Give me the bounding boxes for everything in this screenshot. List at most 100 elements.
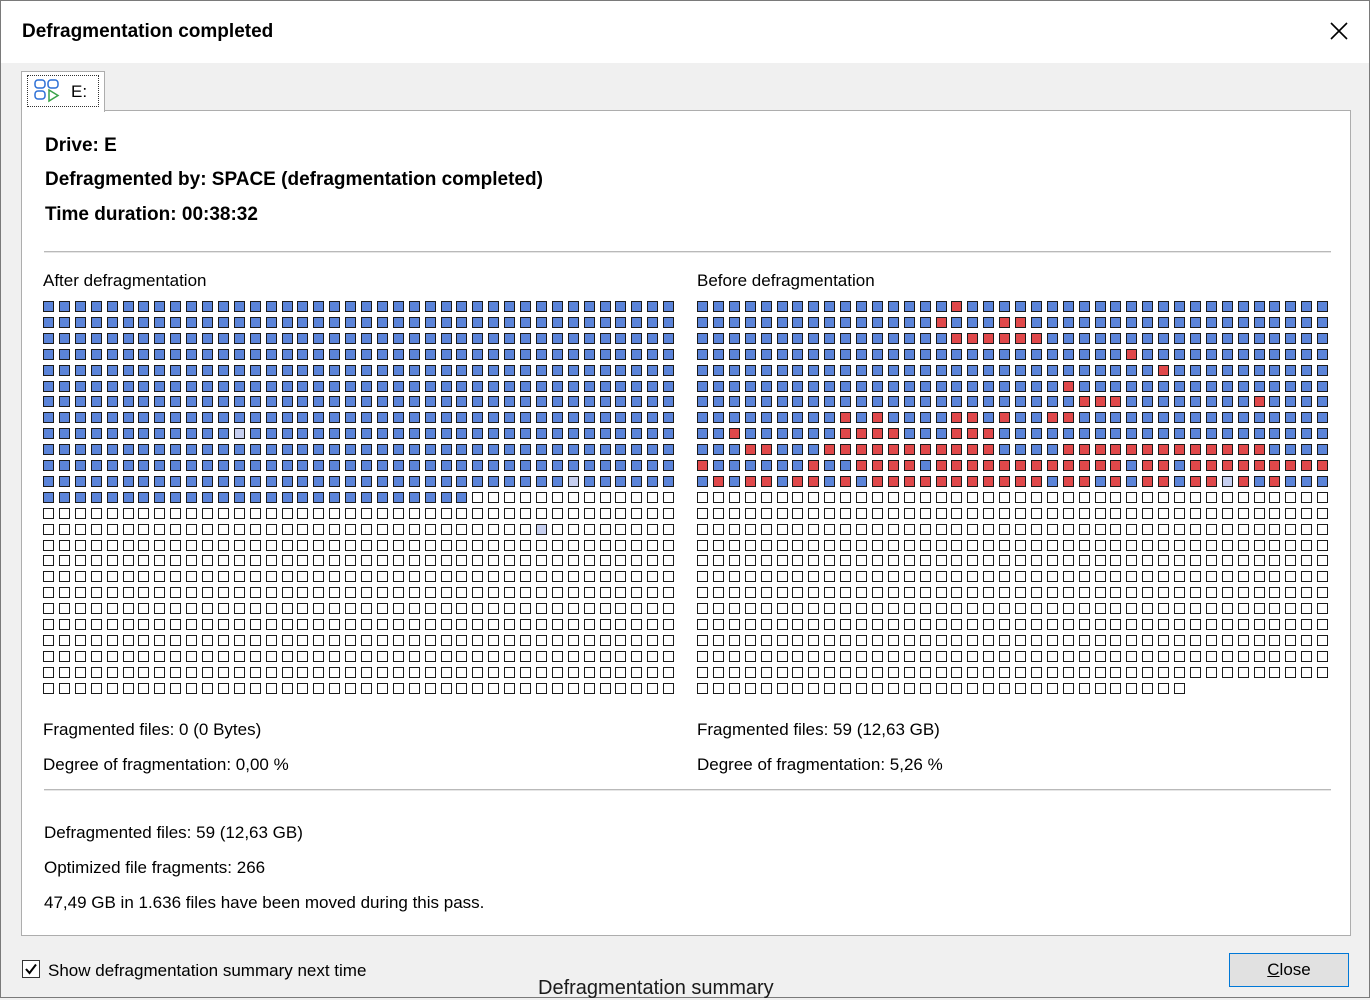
cluster-block (840, 555, 852, 567)
cluster-block (456, 491, 468, 503)
cluster-block (712, 507, 724, 519)
checkbox-box[interactable] (22, 960, 40, 978)
cluster-block (887, 380, 899, 392)
cluster-block (249, 571, 261, 583)
cluster-block (903, 316, 915, 328)
cluster-block (919, 507, 931, 519)
cluster-block (138, 682, 150, 694)
cluster-block (488, 555, 500, 567)
cluster-block (871, 460, 883, 471)
cluster-block (1189, 364, 1201, 376)
cluster-block (329, 587, 341, 599)
cluster-block (376, 619, 388, 630)
cluster-block (106, 523, 118, 535)
cluster-block (456, 666, 468, 678)
cluster-block (456, 475, 468, 487)
cluster-block (615, 619, 627, 630)
cluster-block (887, 587, 899, 599)
cluster-block (74, 603, 86, 615)
cluster-block (43, 555, 54, 567)
cluster-block (520, 507, 531, 519)
cluster-block (233, 555, 245, 567)
cluster-block (376, 380, 388, 392)
cluster-block (744, 428, 756, 440)
cluster-block (744, 587, 756, 599)
cluster-block (74, 650, 86, 662)
cluster-block (1269, 634, 1281, 646)
cluster-block (329, 571, 341, 583)
cluster-block (440, 539, 452, 551)
cluster-block (712, 491, 724, 503)
cluster-block (1158, 650, 1170, 662)
cluster-block (615, 332, 627, 344)
cluster-block (520, 475, 531, 487)
cluster-block (361, 475, 372, 487)
cluster-block (1046, 396, 1058, 408)
cluster-block (329, 332, 341, 344)
cluster-block (728, 348, 740, 360)
cluster-block (345, 587, 357, 599)
cluster-block (999, 444, 1011, 456)
cluster-block (840, 587, 852, 599)
cluster-block (106, 444, 118, 456)
cluster-block (249, 619, 261, 630)
cluster-block (1221, 316, 1233, 328)
close-button[interactable]: Close (1229, 953, 1349, 987)
cluster-block (488, 412, 500, 424)
cluster-block (871, 475, 883, 487)
cluster-block (887, 396, 899, 408)
tab-drive-e[interactable]: E: (21, 71, 105, 112)
cluster-block (392, 316, 404, 328)
cluster-block (744, 412, 756, 424)
cluster-block (504, 332, 516, 344)
cluster-block (122, 444, 134, 456)
cluster-block (106, 539, 118, 551)
cluster-block (535, 428, 547, 440)
cluster-block (1237, 587, 1249, 599)
cluster-block (329, 555, 341, 567)
cluster-block (951, 332, 963, 344)
cluster-block (424, 396, 436, 408)
cluster-block (1317, 396, 1329, 408)
cluster-block (1062, 444, 1074, 456)
cluster-block (1301, 380, 1313, 392)
cluster-block (824, 332, 836, 344)
cluster-block (376, 475, 388, 487)
cluster-block (1142, 523, 1154, 535)
cluster-block (919, 348, 931, 360)
cluster-block (217, 412, 229, 424)
cluster-block (138, 619, 150, 630)
cluster-block (1142, 460, 1154, 471)
cluster-block (1189, 650, 1201, 662)
cluster-block (1253, 555, 1265, 567)
cluster-block (967, 491, 979, 503)
cluster-block (74, 523, 86, 535)
cluster-block (1189, 316, 1201, 328)
cluster-block (824, 460, 836, 471)
cluster-block (631, 619, 643, 630)
cluster-block (202, 444, 213, 456)
cluster-block (472, 523, 484, 535)
cluster-block (440, 412, 452, 424)
cluster-block (424, 619, 436, 630)
cluster-block (154, 619, 166, 630)
cluster-block (856, 364, 867, 376)
cluster-block (1269, 587, 1281, 599)
cluster-block (744, 523, 756, 535)
cluster-block (776, 491, 788, 503)
cluster-block (776, 364, 788, 376)
cluster-block (535, 380, 547, 392)
close-window-button[interactable] (1309, 9, 1369, 53)
cluster-block (1078, 444, 1090, 456)
cluster-block (631, 364, 643, 376)
cluster-block (551, 412, 563, 424)
cluster-block (983, 491, 995, 503)
cluster-block (951, 571, 963, 583)
cluster-block (249, 412, 261, 424)
cluster-block (1221, 348, 1233, 360)
cluster-block (663, 348, 675, 360)
cluster-block (647, 555, 659, 567)
cluster-block (297, 364, 309, 376)
cluster-block (43, 332, 54, 344)
cluster-block (392, 301, 404, 312)
